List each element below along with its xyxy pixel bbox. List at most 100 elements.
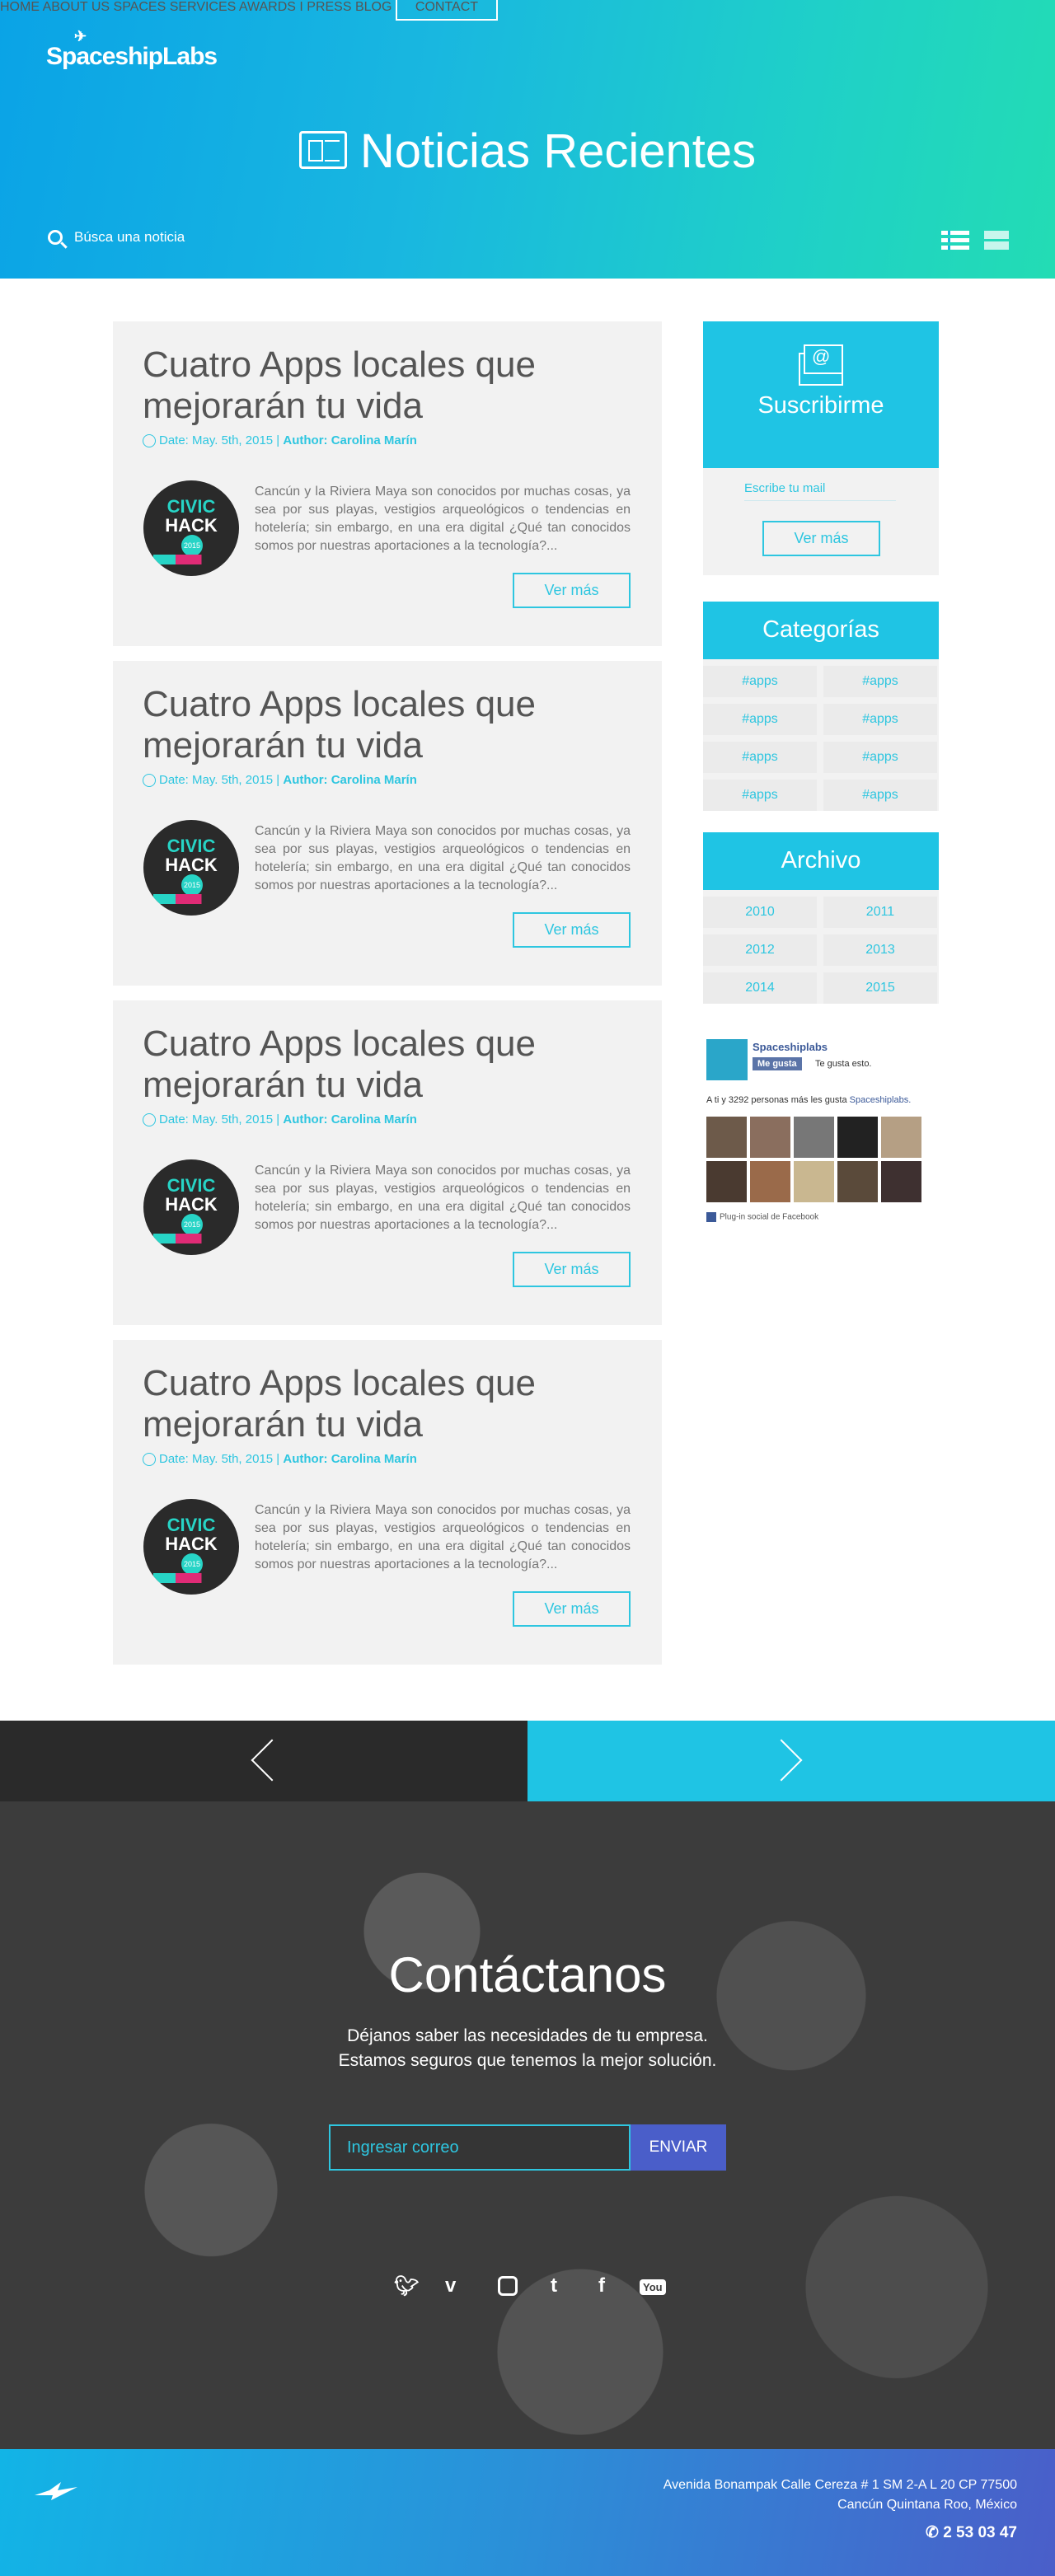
nav-awards[interactable]: AWARDS I PRESS: [239, 0, 352, 14]
article-thumbnail[interactable]: CIVIC HACK 2015: [143, 1159, 239, 1255]
clock-icon: [143, 434, 156, 448]
thumb-text: HACK: [165, 1194, 218, 1215]
youtube-icon[interactable]: You: [640, 2279, 666, 2295]
archive-year[interactable]: 2010: [703, 897, 817, 928]
thumb-text: CIVIC: [166, 1515, 216, 1535]
logo[interactable]: ✈ SpaceshipLabs: [46, 28, 218, 71]
article-excerpt: Cancún y la Riviera Maya son conocidos p…: [255, 485, 631, 553]
avatar[interactable]: [706, 1117, 747, 1158]
avatar[interactable]: [794, 1117, 834, 1158]
spaceship-icon[interactable]: [33, 2480, 79, 2502]
category-tag[interactable]: #apps: [823, 704, 937, 735]
address-line: Cancún Quintana Roo, México: [837, 2498, 1017, 2512]
article-author: Author: Carolina Marín: [283, 773, 417, 787]
avatar[interactable]: [750, 1161, 790, 1202]
read-more-button[interactable]: Ver más: [513, 912, 631, 948]
category-tag[interactable]: #apps: [823, 666, 937, 697]
avatar[interactable]: [837, 1117, 878, 1158]
article-meta: Date: May. 5th, 2015 | Author: Carolina …: [143, 1112, 417, 1127]
article-thumbnail[interactable]: CIVIC HACK 2015: [143, 480, 239, 576]
clock-icon: [143, 1453, 156, 1467]
contact-section: Contáctanos Déjanos saber las necesidade…: [0, 1801, 1055, 2449]
avatar[interactable]: [794, 1161, 834, 1202]
next-page-button[interactable]: [528, 1721, 1055, 1801]
tumblr-icon[interactable]: t: [551, 2274, 557, 2297]
page-title-text: Noticias Recientes: [359, 124, 757, 178]
article-author: Author: Carolina Marín: [283, 1452, 417, 1466]
article-date: Date: May. 5th, 2015 |: [159, 433, 280, 447]
article-card: Cuatro Apps locales que mejorarán tu vid…: [113, 1000, 662, 1325]
article-title[interactable]: Cuatro Apps locales que mejorarán tu vid…: [143, 684, 604, 766]
fb-plugin-text: Plug-in social de Facebook: [720, 1212, 819, 1222]
contact-button[interactable]: CONTACT: [395, 0, 499, 21]
facebook-icon[interactable]: f: [598, 2274, 605, 2297]
article-title[interactable]: Cuatro Apps locales que mejorarán tu vid…: [143, 1363, 604, 1445]
nav-about[interactable]: ABOUT US: [43, 0, 110, 14]
nav-home[interactable]: HOME: [0, 0, 40, 14]
article-thumbnail[interactable]: CIVIC HACK 2015: [143, 820, 239, 916]
nav-blog[interactable]: BLOG: [355, 0, 392, 14]
contact-email-input[interactable]: Ingresar correo: [329, 2124, 631, 2171]
email-field[interactable]: Escribe tu mail: [744, 481, 896, 501]
avatar[interactable]: [881, 1117, 921, 1158]
facebook-widget: Spaceshiplabs Me gusta Te gusta esto. A …: [703, 1034, 939, 1229]
read-more-button[interactable]: Ver más: [513, 1591, 631, 1627]
article-title[interactable]: Cuatro Apps locales que mejorarán tu vid…: [143, 1023, 604, 1106]
fb-count-text: A ti y 3292 personas más les gusta: [706, 1095, 847, 1105]
grid-view-icon[interactable]: [984, 231, 1009, 251]
category-tag[interactable]: #apps: [823, 742, 937, 773]
page-avatar[interactable]: [706, 1039, 748, 1080]
category-tag[interactable]: #apps: [823, 780, 937, 811]
archive-year[interactable]: 2014: [703, 972, 817, 1004]
article-excerpt: Cancún y la Riviera Maya son conocidos p…: [255, 824, 631, 892]
archive-year[interactable]: 2011: [823, 897, 937, 928]
prev-page-button[interactable]: [0, 1721, 528, 1801]
fb-page-name[interactable]: Spaceshiplabs: [753, 1041, 828, 1053]
fb-faces: [706, 1117, 926, 1202]
search-bar[interactable]: Búsca una noticia: [48, 229, 185, 246]
search-icon[interactable]: [48, 230, 63, 245]
instagram-icon[interactable]: [498, 2276, 518, 2296]
avatar[interactable]: [706, 1161, 747, 1202]
nav-spaces[interactable]: SPACES: [114, 0, 166, 14]
avatar[interactable]: [881, 1161, 921, 1202]
phone-icon: ✆: [925, 2524, 944, 2541]
article-card: Cuatro Apps locales que mejorarán tu vid…: [113, 321, 662, 646]
search-input[interactable]: Búsca una noticia: [74, 229, 185, 246]
category-tag[interactable]: #apps: [703, 666, 817, 697]
contact-title: Contáctanos: [388, 1947, 667, 2002]
fb-like-button[interactable]: Me gusta: [753, 1057, 802, 1070]
archive-year[interactable]: 2015: [823, 972, 937, 1004]
header: ✈ SpaceshipLabs HOME ABOUT US SPACES SER…: [0, 0, 1055, 279]
fb-count-page[interactable]: Spaceshiplabs.: [850, 1095, 912, 1105]
logo-text: SpaceshipLabs: [46, 43, 218, 70]
article-thumbnail[interactable]: CIVIC HACK 2015: [143, 1499, 239, 1595]
page-title: Noticias Recientes: [0, 124, 1055, 179]
chevron-left-icon: [251, 1739, 293, 1782]
archive-year[interactable]: 2013: [823, 934, 937, 966]
avatar[interactable]: [750, 1117, 790, 1158]
list-view-icon[interactable]: [941, 231, 969, 251]
thumb-year: 2015: [181, 874, 203, 896]
clock-icon: [143, 774, 156, 788]
twitter-icon[interactable]: 🐦︎: [394, 2274, 419, 2298]
category-tag[interactable]: #apps: [703, 780, 817, 811]
avatar[interactable]: [837, 1161, 878, 1202]
read-more-button[interactable]: Ver más: [513, 573, 631, 608]
article-title[interactable]: Cuatro Apps locales que mejorarán tu vid…: [143, 344, 604, 427]
thumb-text: CIVIC: [166, 836, 216, 856]
article-excerpt: Cancún y la Riviera Maya son conocidos p…: [255, 1164, 631, 1232]
subscribe-button[interactable]: Ver más: [762, 521, 880, 556]
vimeo-icon[interactable]: v: [445, 2274, 456, 2297]
phone-number[interactable]: ✆ 2 53 03 47: [926, 2523, 1017, 2542]
category-tag[interactable]: #apps: [703, 742, 817, 773]
category-tag[interactable]: #apps: [703, 704, 817, 735]
article-meta: Date: May. 5th, 2015 | Author: Carolina …: [143, 773, 417, 788]
read-more-button[interactable]: Ver más: [513, 1252, 631, 1287]
send-button[interactable]: ENVIAR: [631, 2124, 726, 2171]
thumb-text: CIVIC: [166, 1175, 216, 1196]
thumb-text: HACK: [165, 515, 218, 536]
nav-services[interactable]: SERVICES: [170, 0, 237, 14]
facebook-icon: [706, 1212, 716, 1222]
archive-year[interactable]: 2012: [703, 934, 817, 966]
